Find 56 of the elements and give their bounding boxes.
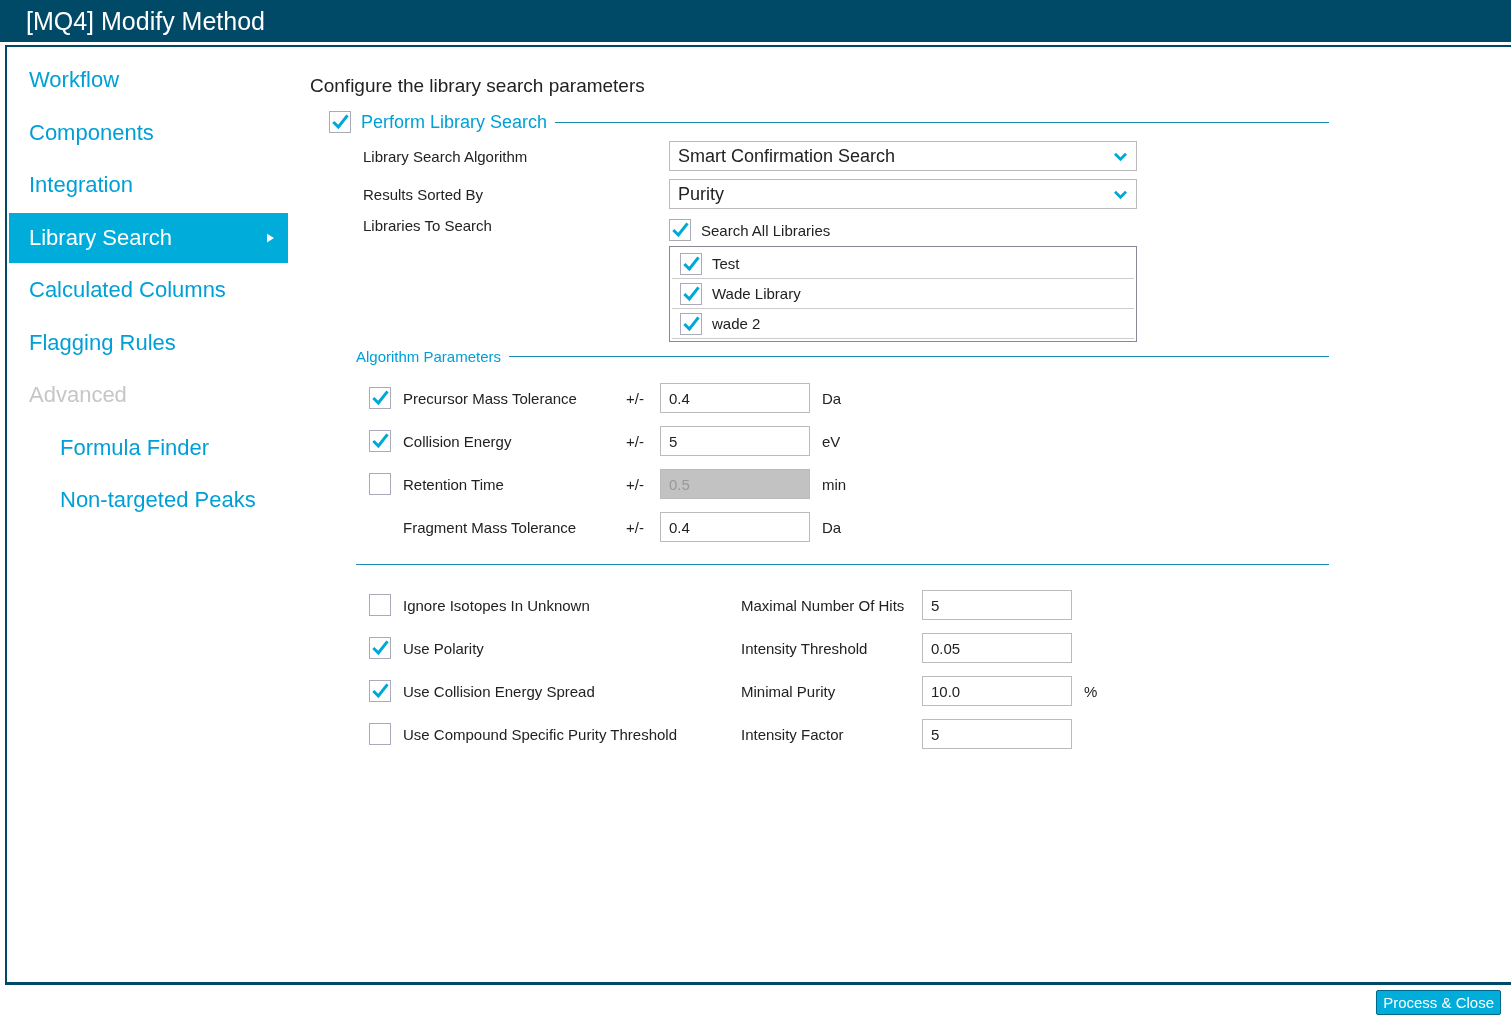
library-name: Wade Library — [712, 285, 801, 302]
option-label: Use Compound Specific Purity Threshold — [403, 725, 679, 743]
checkbox[interactable] — [669, 219, 691, 241]
plus-minus-label: +/- — [626, 432, 645, 450]
setting-label: Minimal Purity — [741, 682, 837, 700]
sidebar-item: Advanced — [28, 381, 128, 409]
dropdown[interactable]: Smart Confirmation Search — [669, 141, 1137, 171]
unit-label: Da — [822, 389, 842, 407]
checkbox[interactable] — [369, 430, 391, 452]
option-label: Ignore Isotopes In Unknown — [403, 596, 591, 614]
input-field[interactable]: 10.0 — [922, 676, 1072, 706]
chevron-down-icon — [1113, 188, 1128, 200]
field-label: Libraries To Search — [363, 217, 493, 234]
input-field[interactable]: 5 — [922, 590, 1072, 620]
checkbox[interactable] — [369, 680, 391, 702]
input-field[interactable]: 5 — [660, 426, 810, 456]
checkbox[interactable] — [680, 282, 702, 305]
unit-label: eV — [822, 432, 841, 450]
checkbox[interactable] — [680, 252, 702, 275]
setting-label: Intensity Factor — [741, 725, 845, 743]
checkbox[interactable] — [369, 723, 391, 745]
field-label: Library Search Algorithm — [363, 147, 529, 165]
parameter-label: Precursor Mass Tolerance — [403, 389, 578, 407]
parameter-label: Fragment Mass Tolerance — [403, 518, 578, 536]
checkbox[interactable] — [369, 387, 391, 409]
plus-minus-label: +/- — [626, 518, 645, 536]
unit-label: Da — [822, 518, 842, 536]
setting-label: Maximal Number Of Hits — [741, 596, 906, 614]
triangle-right-icon — [267, 232, 274, 243]
checkbox[interactable] — [369, 594, 391, 616]
plus-minus-label: +/- — [626, 389, 645, 407]
checkbox[interactable] — [369, 637, 391, 659]
option-label: Use Collision Energy Spread — [403, 682, 596, 700]
unit-label: min — [822, 475, 847, 493]
group-title: Algorithm Parameters — [356, 348, 502, 365]
setting-label: Intensity Threshold — [741, 639, 869, 657]
input-field[interactable]: 0.4 — [660, 383, 810, 413]
input-field[interactable]: 0.4 — [660, 512, 810, 542]
input-field[interactable]: 5 — [922, 719, 1072, 749]
checkbox[interactable] — [329, 111, 351, 133]
unit-label: % — [1084, 682, 1098, 700]
plus-minus-label: +/- — [626, 475, 645, 493]
field-label: Results Sorted By — [363, 185, 485, 203]
parameter-label: Collision Energy — [403, 432, 513, 450]
parameter-label: Retention Time — [403, 475, 505, 493]
checkbox[interactable] — [680, 312, 702, 335]
group-title: Perform Library Search — [361, 111, 548, 133]
window-title: [MQ4] Modify Method — [26, 6, 265, 36]
dropdown[interactable]: Purity — [669, 179, 1137, 209]
checkbox-label: Search All Libraries — [701, 221, 831, 239]
library-name: wade 2 — [712, 315, 761, 332]
option-label: Use Polarity — [403, 639, 485, 657]
section-heading: Configure the library search parameters — [310, 75, 646, 97]
input-field[interactable]: 0.05 — [922, 633, 1072, 663]
library-name: Test — [712, 255, 740, 272]
chevron-down-icon — [1113, 150, 1128, 162]
